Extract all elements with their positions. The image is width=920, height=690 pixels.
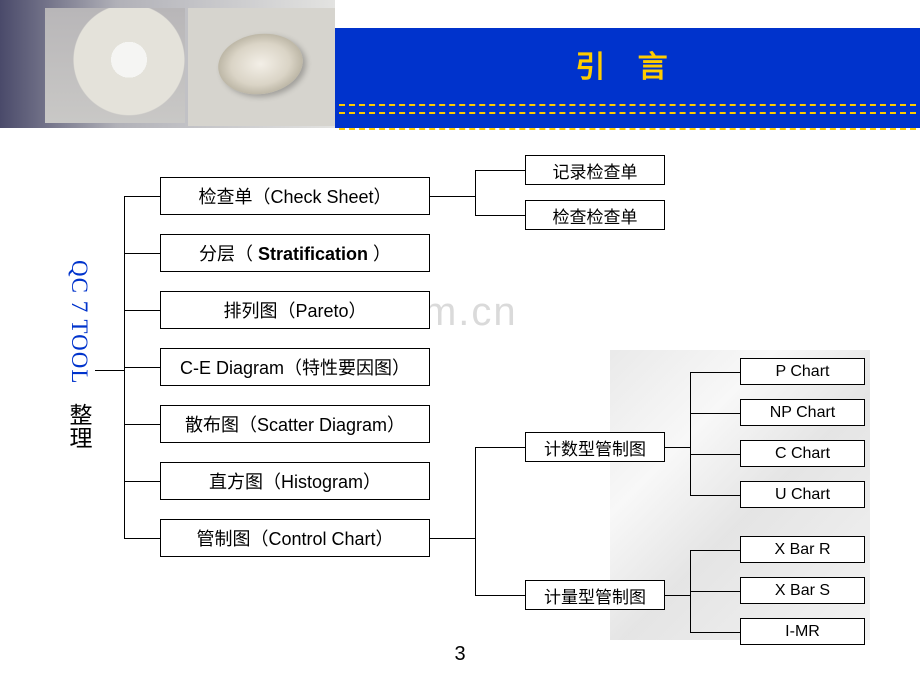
tool-pareto: 排列图（Pareto） (160, 291, 430, 329)
chart-xbar-s: X Bar S (740, 577, 865, 604)
connector (124, 481, 160, 482)
connector (475, 447, 525, 448)
header-photo-mouse (188, 8, 335, 126)
sub-verify-check: 检查检查单 (525, 200, 665, 230)
connector (475, 170, 525, 171)
connector (430, 538, 475, 539)
tool-scatter: 散布图（Scatter Diagram） (160, 405, 430, 443)
chart-c: C Chart (740, 440, 865, 467)
connector (690, 632, 740, 633)
connector (475, 215, 525, 216)
connector (690, 454, 740, 455)
connector (690, 495, 740, 496)
connector (95, 370, 125, 371)
connector (124, 424, 160, 425)
title-panel: 引 言 (335, 28, 920, 128)
divider (339, 104, 916, 106)
divider (339, 112, 916, 114)
connector (690, 550, 740, 551)
connector (124, 367, 160, 368)
header-photo-laptop (45, 8, 185, 123)
divider (339, 128, 916, 130)
root-zh: 整理 (66, 403, 92, 449)
slide-header: 引 言 (0, 0, 920, 130)
connector (124, 538, 160, 539)
slide-title: 引 言 (335, 28, 920, 86)
connector (690, 372, 691, 495)
sub-record-check: 记录检查单 (525, 155, 665, 185)
connector (475, 447, 476, 595)
page-number: 3 (454, 643, 465, 666)
tool-histogram: 直方图（Histogram） (160, 462, 430, 500)
chart-u: U Chart (740, 481, 865, 508)
connector (690, 372, 740, 373)
root-en: QC 7 TOOL (67, 260, 92, 384)
connector (665, 595, 690, 596)
connector (665, 447, 690, 448)
connector (124, 310, 160, 311)
group-count-chart: 计数型管制图 (525, 432, 665, 462)
connector (124, 196, 160, 197)
mouse-icon (214, 28, 307, 99)
chart-p: P Chart (740, 358, 865, 385)
connector (690, 413, 740, 414)
connector (430, 196, 475, 197)
tool-control-chart: 管制图（Control Chart） (160, 519, 430, 557)
chart-np: NP Chart (740, 399, 865, 426)
chart-imr: I-MR (740, 618, 865, 645)
tool-ce-diagram: C-E Diagram（特性要因图） (160, 348, 430, 386)
tool-stratification: 分层（ Stratification ） (160, 234, 430, 272)
tool-check-sheet: 检查单（Check Sheet） (160, 177, 430, 215)
connector (475, 170, 476, 215)
connector (690, 591, 740, 592)
chart-xbar-r: X Bar R (740, 536, 865, 563)
connector (475, 595, 525, 596)
diagram-root-label: QC 7 TOOL 整理 (62, 260, 96, 449)
group-var-chart: 计量型管制图 (525, 580, 665, 610)
connector (124, 253, 160, 254)
